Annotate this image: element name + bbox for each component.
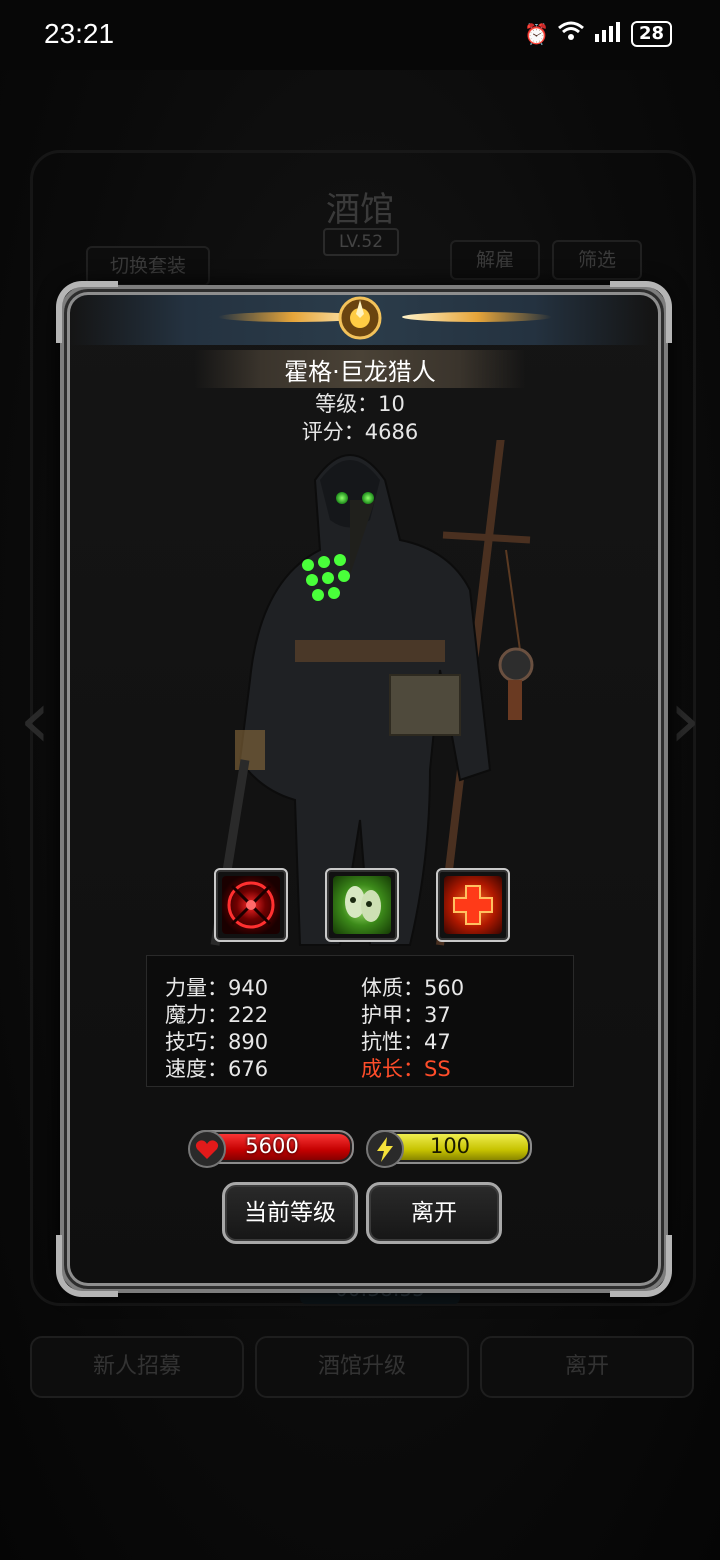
stat-armor: 护甲：37 (361, 1003, 451, 1027)
hero-name: 霍格·巨龙猎人 (284, 358, 436, 386)
energy-bar: 100 (366, 1130, 532, 1168)
status-bar: 23:21 ⏰ 28 (0, 0, 720, 70)
sun-emblem-icon (318, 290, 402, 346)
filter-button[interactable]: 筛选 (552, 240, 642, 280)
stat-magic: 魔力：222 (165, 1003, 269, 1027)
hp-value: 5600 (245, 1134, 299, 1158)
tavern-leave-button[interactable]: 离开 (480, 1336, 694, 1398)
hp-bar: 5600 (188, 1130, 354, 1168)
wifi-icon (557, 20, 585, 47)
hero-level: 等级：10 (315, 392, 405, 416)
alarm-icon: ⏰ (524, 21, 549, 46)
battery-indicator: 28 (630, 20, 672, 47)
cross-skill-icon (444, 876, 502, 934)
ornament-corner (56, 1235, 118, 1297)
tavern-title: 酒馆 (326, 190, 394, 230)
dismiss-button[interactable]: 解雇 (450, 240, 540, 280)
emblem-glow (402, 312, 552, 322)
stat-growth: 成长：SS (361, 1057, 451, 1081)
stat-speed: 速度：676 (165, 1057, 269, 1081)
stats-panel: 力量：940 魔力：222 技巧：890 速度：676 体质：560 护甲：37… (146, 955, 574, 1087)
stat-constitution: 体质：560 (361, 976, 465, 1000)
clock: 23:21 (44, 18, 115, 49)
skill-slot-3[interactable] (436, 868, 510, 942)
prev-hero-arrow-icon[interactable]: ‹ (10, 680, 60, 760)
ghost-skill-icon (333, 876, 391, 934)
current-level-button[interactable]: 当前等级 (222, 1182, 358, 1244)
status-icons: ⏰ 28 (524, 20, 672, 47)
signal-icon (593, 20, 623, 47)
switch-outfit-button[interactable]: 切换套装 (86, 246, 210, 286)
crosshair-skill-icon (222, 876, 280, 934)
stat-strength: 力量：940 (165, 976, 269, 1000)
skill-slot-2[interactable] (325, 868, 399, 942)
ornament-corner (610, 1235, 672, 1297)
energy-value: 100 (429, 1134, 471, 1158)
skill-slot-1[interactable] (214, 868, 288, 942)
tavern-upgrade-button[interactable]: 酒馆升级 (255, 1336, 469, 1398)
recruit-button[interactable]: 新人招募 (30, 1336, 244, 1398)
leave-button[interactable]: 离开 (366, 1182, 502, 1244)
tavern-level: LV.52 (323, 228, 399, 256)
stat-skill: 技巧：890 (165, 1030, 269, 1054)
stat-resistance: 抗性：47 (361, 1030, 451, 1054)
